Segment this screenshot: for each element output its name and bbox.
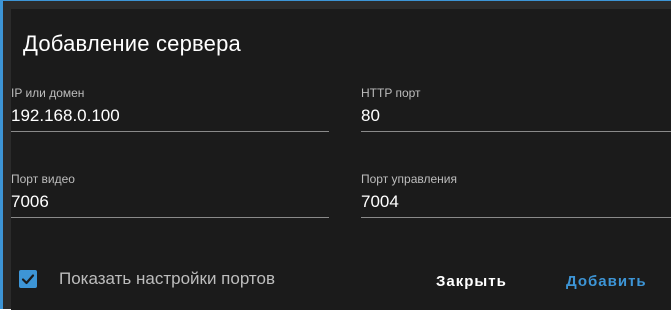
http-port-field[interactable]: HTTP порт: [361, 86, 671, 132]
show-port-settings-checkbox[interactable]: [19, 270, 37, 288]
http-port-label: HTTP порт: [361, 86, 421, 100]
checkmark-icon: [21, 274, 35, 285]
ip-underline: [11, 131, 329, 132]
video-port-input[interactable]: [11, 191, 329, 213]
ip-label: IP или домен: [11, 86, 85, 100]
video-port-field[interactable]: Порт видео: [11, 172, 329, 218]
control-port-label: Порт управления: [361, 172, 457, 186]
close-button[interactable]: Закрыть: [436, 273, 507, 290]
ip-field[interactable]: IP или домен: [11, 86, 329, 132]
http-port-underline: [361, 131, 671, 132]
add-server-dialog: Добавление сервера IP или домен HTTP пор…: [11, 9, 671, 310]
window-frame: Добавление сервера IP или домен HTTP пор…: [0, 0, 671, 310]
dialog-title: Добавление сервера: [23, 31, 241, 56]
control-port-underline: [361, 217, 671, 218]
control-port-input[interactable]: [361, 191, 671, 213]
ip-input[interactable]: [11, 105, 329, 127]
show-port-settings-label: Показать настройки портов: [59, 269, 276, 288]
video-port-underline: [11, 217, 329, 218]
show-port-settings-row[interactable]: Показать настройки портов: [19, 269, 275, 289]
add-button[interactable]: Добавить: [566, 273, 647, 290]
http-port-input[interactable]: [361, 105, 671, 127]
control-port-field[interactable]: Порт управления: [361, 172, 671, 218]
video-port-label: Порт видео: [11, 172, 75, 186]
